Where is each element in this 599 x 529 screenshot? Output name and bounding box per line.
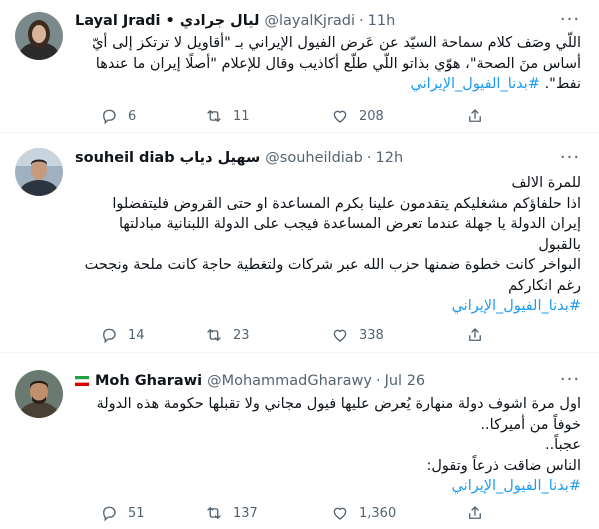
heart-icon	[333, 329, 347, 342]
tweet-2[interactable]: souheil diab سهيل دياب @souheildiab · 12…	[0, 133, 599, 353]
retweet-count: 137	[233, 505, 258, 521]
tweet-line: اول مرة اشوف دولة منهارة يُعرض عليها فيو…	[96, 396, 581, 412]
tweet-line: اذا حلفاؤكم مشغليكم يتقدمون علينا بكرم ا…	[112, 195, 581, 212]
author-handle[interactable]: @MohammadGharawy	[207, 373, 372, 389]
timestamp[interactable]: 11h	[368, 13, 396, 29]
more-options-icon[interactable]: ···	[559, 11, 581, 32]
tweet-1[interactable]: Layal Jradi • ليال جرادي @layalKjradi · …	[0, 0, 599, 133]
like-count: 338	[359, 327, 384, 343]
share-button[interactable]	[466, 504, 494, 522]
tweet-text: اللّي وصَف كلام سماحة السيّد عن عَرض الف…	[75, 33, 581, 95]
tweet-line: إيران الدولة يا جهلة عندما تعرض المساعدة…	[118, 216, 581, 232]
hashtag-link[interactable]: #بدنا_الفيول_الإيراني	[75, 296, 581, 317]
separator-dot: ·	[375, 373, 381, 389]
tweet-line: للمرة الالف	[511, 175, 581, 191]
iran-flag-icon	[75, 376, 89, 386]
reply-button[interactable]: 14	[100, 326, 145, 344]
reply-count: 14	[128, 327, 145, 343]
reply-count: 6	[128, 108, 137, 124]
reply-icon	[103, 328, 116, 344]
like-count: 208	[359, 108, 384, 124]
more-options-icon[interactable]: ···	[559, 149, 581, 170]
retweet-button[interactable]: 23	[205, 326, 250, 344]
retweet-icon	[207, 507, 221, 519]
tweet-text: للمرة الالف اذا حلفاؤكم مشغليكم يتقدمون …	[75, 173, 581, 317]
tweet-3[interactable]: Moh Gharawi @MohammadGharawy · Jul 26 ··…	[0, 353, 599, 529]
separator-dot: ·	[359, 13, 364, 29]
more-options-icon[interactable]: ···	[559, 371, 581, 392]
share-button[interactable]	[466, 107, 494, 125]
heart-icon	[333, 507, 347, 520]
reply-icon	[103, 109, 116, 125]
like-count: 1,360	[359, 505, 397, 521]
retweet-icon	[207, 110, 221, 122]
like-button[interactable]: 1,360	[331, 504, 396, 522]
author-name[interactable]: Layal Jradi • ليال جرادي	[75, 13, 260, 29]
reply-button[interactable]: 6	[100, 107, 136, 125]
tweet-line: الناس ضاقت ذرعاً وتقول:	[426, 457, 581, 474]
hashtag-link[interactable]: #بدنا_الفيول_الإيراني	[411, 76, 540, 92]
tweet-line: أساس منَ الصحة"، هوّي بذاتو اللّي طلّع أ…	[95, 55, 581, 72]
timestamp[interactable]: Jul 26	[385, 373, 426, 389]
separator-dot: ·	[366, 150, 372, 166]
author-handle[interactable]: @layalKjradi	[265, 13, 356, 29]
reply-icon	[103, 506, 116, 522]
author-name[interactable]: souheil diab سهيل دياب	[75, 150, 260, 166]
retweet-icon	[207, 329, 221, 341]
tweet-line: رغم انكاركم	[508, 277, 581, 294]
avatar[interactable]	[15, 12, 63, 60]
like-button[interactable]: 208	[331, 107, 384, 125]
tweet-line: اللّي وصَف كلام سماحة السيّد عن عَرض الف…	[92, 35, 581, 51]
heart-icon	[333, 110, 347, 123]
share-button[interactable]	[466, 326, 494, 344]
timestamp[interactable]: 12h	[376, 150, 404, 166]
tweet-line: نفط".	[539, 76, 581, 92]
tweet-line: البواخر كانت خطوة ضمنها حزب الله عبر شرك…	[84, 257, 581, 273]
share-icon	[469, 506, 481, 519]
retweet-button[interactable]: 11	[205, 107, 250, 125]
hashtag-link[interactable]: #بدنا_الفيول_الإيراني	[75, 476, 581, 497]
avatar[interactable]	[15, 148, 63, 196]
tweet-line: خوفاً من أميركا..	[480, 416, 581, 433]
retweet-button[interactable]: 137	[205, 504, 258, 522]
reply-button[interactable]: 51	[100, 504, 145, 522]
avatar[interactable]	[15, 370, 63, 418]
like-button[interactable]: 338	[331, 326, 384, 344]
share-icon	[469, 109, 481, 122]
tweet-line: عجباً..	[544, 437, 581, 453]
author-name[interactable]: Moh Gharawi	[95, 373, 202, 389]
retweet-count: 11	[233, 108, 250, 124]
share-icon	[469, 328, 481, 341]
reply-count: 51	[128, 505, 145, 521]
author-handle[interactable]: @souheildiab	[265, 150, 363, 166]
tweet-text: اول مرة اشوف دولة منهارة يُعرض عليها فيو…	[75, 394, 581, 497]
tweet-line: بالقبول	[538, 236, 581, 253]
retweet-count: 23	[233, 327, 250, 343]
